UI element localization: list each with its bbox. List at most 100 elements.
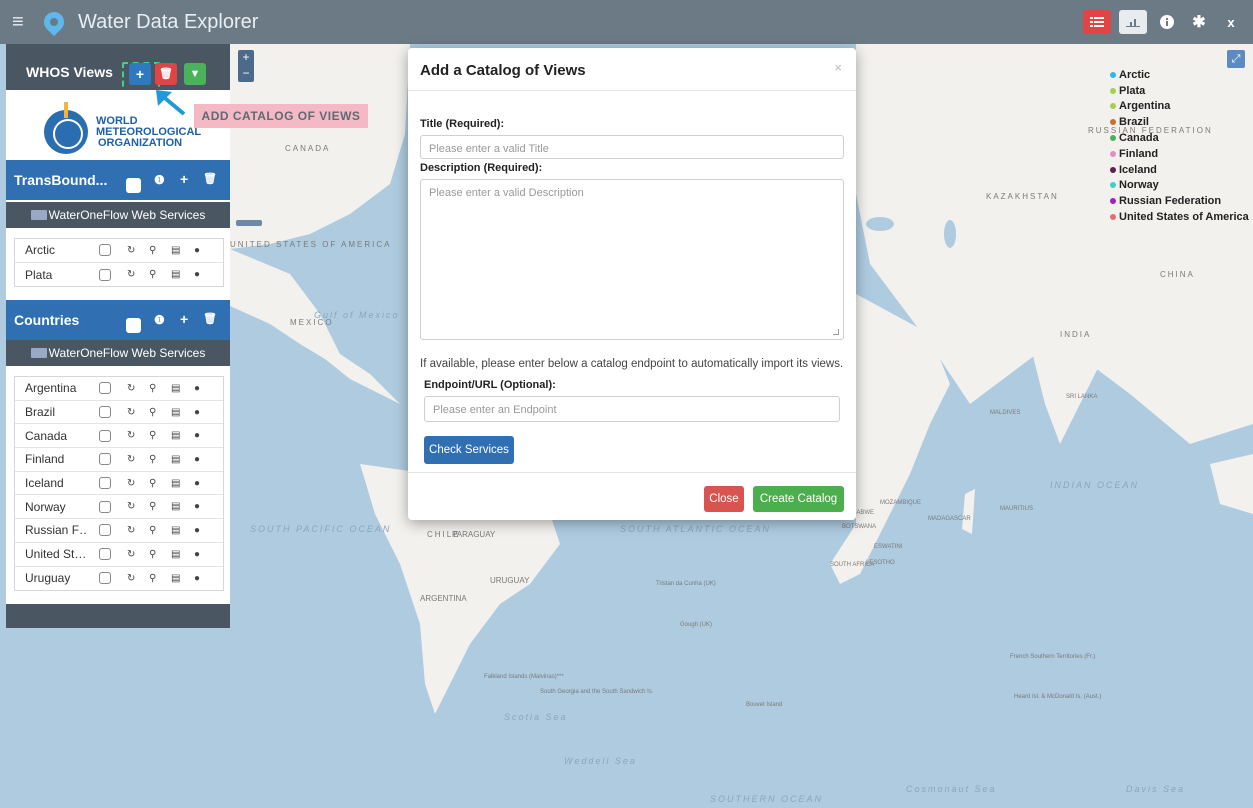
zoom-out-button[interactable]: − — [238, 66, 254, 82]
refresh-icon[interactable]: ↻ — [127, 407, 135, 418]
checkbox[interactable] — [99, 477, 111, 490]
info-icon[interactable]: ● — [194, 407, 200, 418]
map-marker-icon[interactable]: ⚲ — [149, 383, 156, 394]
endpoint-help-text: If available, please enter below a catal… — [420, 358, 844, 370]
group-checkbox[interactable] — [126, 318, 141, 333]
map-marker-icon[interactable]: ⚲ — [149, 407, 156, 418]
list-item[interactable]: Uruguay ↻ ⚲ ▤ ● — [15, 567, 223, 591]
map-marker-icon[interactable]: ⚲ — [149, 501, 156, 512]
table-icon[interactable]: ▤ — [171, 478, 180, 489]
map-marker-icon[interactable]: ⚲ — [149, 573, 156, 584]
checkbox[interactable] — [99, 572, 111, 585]
list-item[interactable]: Argentina ↻ ⚲ ▤ ● — [15, 377, 223, 401]
checkbox[interactable] — [99, 524, 111, 537]
list-item[interactable]: United St… ↻ ⚲ ▤ ● — [15, 543, 223, 567]
list-item[interactable]: Finland ↻ ⚲ ▤ ● — [15, 448, 223, 472]
checkbox[interactable] — [99, 500, 111, 513]
table-icon[interactable]: ▤ — [171, 549, 180, 560]
checkbox[interactable] — [99, 406, 111, 419]
description-textarea[interactable]: Please enter a valid Description — [420, 179, 844, 340]
endpoint-input[interactable]: Please enter an Endpoint — [424, 396, 840, 422]
close-icon[interactable]: × — [834, 60, 842, 75]
group-header-countries[interactable]: Countries ❶ + 🗑 — [6, 300, 230, 340]
map-marker-icon[interactable]: ⚲ — [149, 549, 156, 560]
service-bar[interactable]: WaterOneFlow Web Services — [6, 202, 230, 228]
info-icon[interactable]: ● — [194, 478, 200, 489]
map-marker-icon[interactable]: ⚲ — [149, 454, 156, 465]
create-catalog-button[interactable]: Create Catalog — [753, 486, 844, 512]
checkbox[interactable] — [99, 453, 111, 466]
resize-handle-icon[interactable] — [833, 329, 839, 335]
checkbox[interactable] — [99, 244, 111, 257]
refresh-icon[interactable]: ↻ — [127, 501, 135, 512]
checkbox[interactable] — [99, 268, 111, 281]
trash-icon[interactable]: 🗑 — [203, 312, 217, 325]
table-icon[interactable]: ▤ — [171, 430, 180, 441]
info-icon[interactable]: ● — [194, 269, 200, 280]
group-checkbox[interactable] — [126, 178, 141, 193]
chart-icon[interactable] — [1119, 10, 1147, 34]
map-marker-icon[interactable]: ⚲ — [149, 245, 156, 256]
refresh-icon[interactable]: ↻ — [127, 430, 135, 441]
info-icon[interactable]: ● — [194, 501, 200, 512]
refresh-icon[interactable]: ↻ — [127, 269, 135, 280]
zoom-in-button[interactable]: + — [238, 50, 254, 66]
group-header-transboundary[interactable]: TransBound... ❶ + 🗑 — [6, 160, 230, 200]
add-icon[interactable]: + — [180, 311, 188, 327]
list-item[interactable]: Russian F… ↻ ⚲ ▤ ● — [15, 519, 223, 543]
refresh-icon[interactable]: ↻ — [127, 454, 135, 465]
list-item[interactable]: Brazil ↻ ⚲ ▤ ● — [15, 401, 223, 425]
info-icon[interactable]: ● — [194, 454, 200, 465]
list-item[interactable]: Arctic ↻ ⚲ ▤ ● — [15, 239, 223, 263]
checkbox[interactable] — [99, 382, 111, 395]
filter-icon[interactable]: ▼ — [184, 63, 206, 85]
table-icon[interactable]: ▤ — [171, 407, 180, 418]
info-icon[interactable]: ❶ — [154, 173, 165, 187]
map-marker-icon[interactable]: ⚲ — [149, 525, 156, 536]
refresh-icon[interactable]: ↻ — [127, 525, 135, 536]
map-marker-icon[interactable]: ⚲ — [149, 478, 156, 489]
add-icon[interactable]: + — [180, 171, 188, 187]
map-marker-icon[interactable]: ⚲ — [149, 430, 156, 441]
refresh-icon[interactable]: ↻ — [127, 549, 135, 560]
service-bar[interactable]: WaterOneFlow Web Services — [6, 340, 230, 366]
list-item[interactable]: Plata ↻ ⚲ ▤ ● — [15, 263, 223, 287]
table-icon[interactable]: ▤ — [171, 383, 180, 394]
info-icon[interactable]: ● — [194, 245, 200, 256]
refresh-icon[interactable]: ↻ — [127, 383, 135, 394]
close-icon[interactable]: x — [1219, 10, 1243, 34]
menu-icon[interactable]: ≡ — [12, 12, 32, 32]
table-icon[interactable]: ▤ — [171, 573, 180, 584]
info-icon[interactable]: ● — [194, 383, 200, 394]
list-icon[interactable] — [1083, 10, 1111, 34]
expand-icon[interactable]: ⤢ — [1227, 50, 1245, 68]
info-icon[interactable]: ● — [194, 430, 200, 441]
info-icon[interactable]: ❶ — [154, 313, 165, 327]
checkbox[interactable] — [99, 429, 111, 442]
list-item[interactable]: Iceland ↻ ⚲ ▤ ● — [15, 472, 223, 496]
refresh-icon[interactable]: ↻ — [127, 245, 135, 256]
gear-icon[interactable]: ✱ — [1187, 10, 1211, 34]
table-icon[interactable]: ▤ — [171, 454, 180, 465]
list-item[interactable]: Canada ↻ ⚲ ▤ ● — [15, 424, 223, 449]
trash-icon[interactable]: 🗑 — [203, 172, 217, 185]
table-icon[interactable]: ▤ — [171, 245, 180, 256]
list-item[interactable]: Norway ↻ ⚲ ▤ ● — [15, 495, 223, 520]
add-catalog-button[interactable]: + — [129, 63, 151, 85]
table-icon[interactable]: ▤ — [171, 501, 180, 512]
table-icon[interactable]: ▤ — [171, 525, 180, 536]
title-input[interactable]: Please enter a valid Title — [420, 135, 844, 159]
trash-icon[interactable]: 🗑 — [155, 63, 177, 85]
check-services-button[interactable]: Check Services — [424, 436, 514, 464]
info-icon[interactable]: ● — [194, 549, 200, 560]
info-icon[interactable]: ● — [194, 573, 200, 584]
info-icon[interactable]: ● — [194, 525, 200, 536]
close-button[interactable]: Close — [704, 486, 744, 512]
table-icon[interactable]: ▤ — [171, 269, 180, 280]
refresh-icon[interactable]: ↻ — [127, 573, 135, 584]
zoom-control: + − — [238, 50, 254, 82]
map-marker-icon[interactable]: ⚲ — [149, 269, 156, 280]
refresh-icon[interactable]: ↻ — [127, 478, 135, 489]
info-icon[interactable] — [1155, 10, 1179, 34]
checkbox[interactable] — [99, 548, 111, 561]
